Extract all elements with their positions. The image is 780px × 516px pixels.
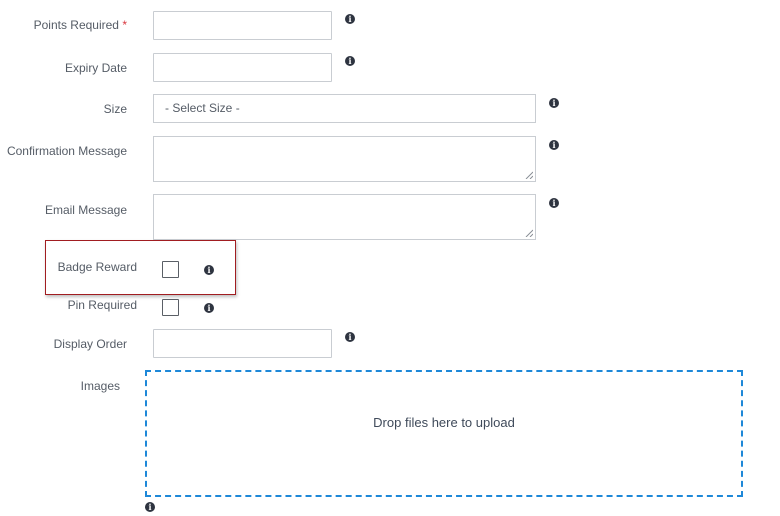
email-message-label: Email Message <box>44 203 127 217</box>
required-mark: * <box>122 18 127 32</box>
pin-required-checkbox[interactable] <box>162 299 179 316</box>
display-order-label: Display Order <box>53 337 127 351</box>
resize-handle-icon[interactable] <box>525 171 533 179</box>
info-icon[interactable]: i <box>345 56 355 66</box>
points-required-input[interactable] <box>153 11 332 40</box>
confirmation-message-textarea[interactable] <box>153 136 536 182</box>
badge-reward-checkbox[interactable] <box>162 261 179 278</box>
email-message-textarea[interactable] <box>153 194 536 240</box>
image-dropzone[interactable]: Drop files here to upload <box>145 370 743 497</box>
display-order-input[interactable] <box>153 329 332 358</box>
points-required-label-text: Points Required <box>33 18 119 32</box>
info-icon[interactable]: i <box>204 303 214 313</box>
expiry-date-input[interactable] <box>153 53 332 82</box>
pin-required-label: Pin Required <box>67 298 137 312</box>
dropzone-text: Drop files here to upload <box>373 415 515 430</box>
size-select[interactable]: - Select Size - <box>153 94 536 123</box>
info-icon[interactable]: i <box>345 332 355 342</box>
resize-handle-icon[interactable] <box>525 229 533 237</box>
info-icon[interactable]: i <box>549 198 559 208</box>
points-required-label: Points Required * <box>0 18 127 32</box>
info-icon[interactable]: i <box>345 14 355 24</box>
confirmation-message-label: Confirmation Message <box>6 144 127 158</box>
images-label: Images <box>80 379 120 393</box>
info-icon[interactable]: i <box>549 140 559 150</box>
expiry-date-label: Expiry Date <box>64 61 127 75</box>
badge-reward-label: Badge Reward <box>57 260 137 274</box>
info-icon[interactable]: i <box>145 502 155 512</box>
info-icon[interactable]: i <box>204 265 214 275</box>
info-icon[interactable]: i <box>549 98 559 108</box>
size-label: Size <box>103 102 127 116</box>
